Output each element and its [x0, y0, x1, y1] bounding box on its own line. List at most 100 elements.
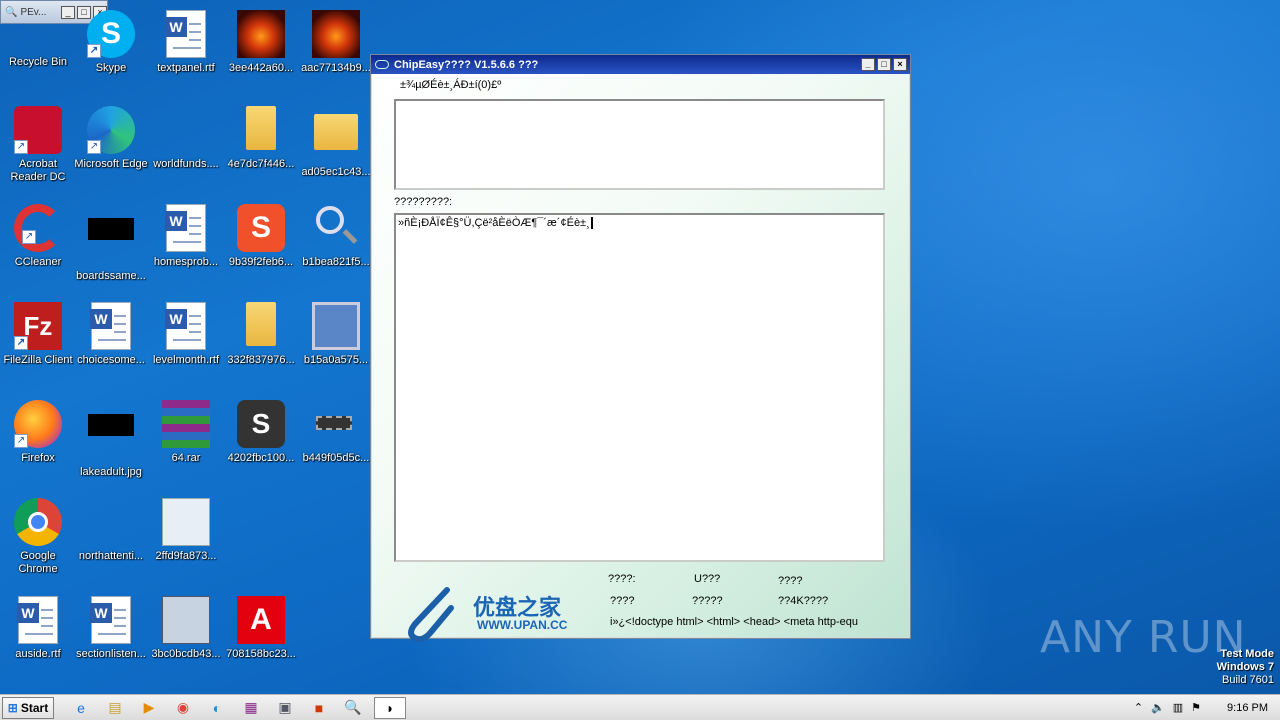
- desktop-icon-chrome[interactable]: Google Chrome: [0, 498, 76, 576]
- desktop-icon-b449f05d5c[interactable]: b449f05d5c...: [298, 400, 374, 465]
- image-file-icon: [87, 414, 135, 462]
- blank-file-icon: [87, 498, 135, 546]
- desktop-icon-recycle-bin[interactable]: Recycle Bin: [0, 26, 76, 69]
- desktop-icon-homesprob[interactable]: W homesprob...: [148, 204, 224, 269]
- tray-expand-icon[interactable]: ⌃: [1134, 701, 1143, 714]
- desktop-icon-3bc0bcdb43[interactable]: 3bc0bcdb43...: [148, 596, 224, 661]
- desktop-icon-textpanel[interactable]: W textpanel.rtf: [148, 10, 224, 75]
- desktop-icon-choicesome[interactable]: W choicesome...: [73, 302, 149, 367]
- footer-r2c2: ?????: [692, 595, 723, 607]
- desktop-icon-sectionlisten[interactable]: W sectionlisten...: [73, 596, 149, 661]
- fire-horse-taskbar-icon[interactable]: ■: [306, 697, 332, 719]
- test-mode-line3: Build 7601: [1222, 674, 1274, 686]
- network-icon[interactable]: ▥: [1173, 701, 1183, 714]
- desktop-icon-lakeadult[interactable]: lakeadult.jpg: [73, 400, 149, 479]
- desktop-icon-4e7dc7f446[interactable]: 4e7dc7f446...: [223, 106, 299, 171]
- desktop-icon-acrobat[interactable]: ↗ Acrobat Reader DC: [0, 106, 76, 184]
- system-tray: ⌃ 🔈 ▥ ⚑ 9:16 PM: [1134, 695, 1280, 720]
- magnifier-icon: [312, 204, 360, 252]
- adobe-icon: A: [237, 596, 285, 644]
- footer-r3: i»¿<!doctype html> <html> <head> <meta h…: [610, 616, 858, 628]
- window-title: ChipEasy???? V1.5.6.6 ???: [394, 58, 539, 71]
- desktop-icon-2ffd9fa873[interactable]: 2ffd9fa873...: [148, 498, 224, 563]
- test-mode-notice: Test Mode Windows 7 Build 7601: [1217, 648, 1274, 687]
- chrome-taskbar-icon[interactable]: ◉: [170, 697, 196, 719]
- folder-icon: [237, 106, 285, 154]
- installer-computer-icon: [162, 596, 210, 644]
- filezilla-icon: Fz ↗: [14, 302, 62, 350]
- desktop-icon-edge[interactable]: ↗ Microsoft Edge: [73, 106, 149, 171]
- acrobat-icon: ↗: [14, 106, 62, 154]
- folder-icon: [237, 302, 285, 350]
- skype-icon: S ↗: [87, 10, 135, 58]
- footer-r2c1: ????: [610, 595, 635, 607]
- desktop-icon-3ee442a60[interactable]: 3ee442a60...: [223, 10, 299, 75]
- chipeasy-window[interactable]: ChipEasy???? V1.5.6.6 ??? _ □ × ±¾µØÉè±¸…: [370, 54, 911, 643]
- clock[interactable]: 9:16 PM: [1227, 702, 1268, 714]
- info-label: ?????????:: [394, 196, 453, 208]
- volume-icon[interactable]: 🔈: [1151, 701, 1165, 714]
- anyrun-watermark: ANY RUN: [1040, 612, 1247, 663]
- desktop-icon-64rar[interactable]: 64.rar: [148, 400, 224, 465]
- monitor-shield-icon: [312, 302, 360, 350]
- edge-taskbar-icon[interactable]: ◐: [204, 697, 230, 719]
- chipeasy-titlebar[interactable]: ChipEasy???? V1.5.6.6 ??? _ □ ×: [371, 55, 910, 74]
- desktop-icon-skype[interactable]: S ↗ Skype: [73, 10, 149, 75]
- image-file-icon: [87, 218, 135, 266]
- footer-r1c1: ????:: [608, 573, 636, 585]
- media-player-taskbar-icon[interactable]: ▶: [136, 697, 162, 719]
- minimize-button[interactable]: _: [861, 58, 875, 71]
- desktop-icon-filezilla[interactable]: Fz ↗ FileZilla Client: [0, 302, 76, 367]
- ie-taskbar-icon[interactable]: e: [68, 697, 94, 719]
- desktop-icon-auside[interactable]: W auside.rtf: [0, 596, 76, 661]
- start-label: Start: [20, 700, 49, 715]
- explorer-taskbar-icon[interactable]: ▤: [102, 697, 128, 719]
- desktop-icon-northattenti[interactable]: northattenti...: [73, 498, 149, 563]
- word-doc-icon: W: [162, 204, 210, 252]
- upan-logo: 优盘之家 WWW.UPAN.CC: [399, 584, 599, 643]
- desktop-icon-ccleaner[interactable]: ↗ CCleaner: [0, 204, 76, 269]
- word-doc-icon: W: [14, 596, 62, 644]
- desktop-icon-aac77134b9[interactable]: aac77134b9...: [298, 10, 374, 75]
- edge-icon: ↗: [87, 106, 135, 154]
- desktop-icon-firefox[interactable]: ↗ Firefox: [0, 400, 76, 465]
- maximize-button[interactable]: □: [877, 58, 891, 71]
- desktop-icon-332f837976[interactable]: 332f837976...: [223, 302, 299, 367]
- desktop-icon-b1bea821f5[interactable]: b1bea821f5...: [298, 204, 374, 269]
- footer-r1c3: ????: [778, 575, 803, 587]
- desktop-icon-b15a0a575[interactable]: b15a0a575...: [298, 302, 374, 367]
- test-mode-line2: Windows 7: [1216, 661, 1274, 673]
- taskbar: ⊞ Start e ▤ ▶ ◉ ◐ ▦ ▣ ■ 🔍 ◗ ⌃ 🔈 ▥ ⚑ 9:16…: [0, 694, 1280, 720]
- window-body: ±¾µØÉè±¸ÁÐ±í(0)£º ?????????: »ñÈ¡ÐÅÏ¢Ê§°…: [372, 74, 909, 643]
- app-icon: [375, 60, 389, 69]
- desktop-icon-4202fbc100[interactable]: S 4202fbc100...: [223, 400, 299, 465]
- desktop-icon-levelmonth[interactable]: W levelmonth.rtf: [148, 302, 224, 367]
- sogou-icon: S: [237, 204, 285, 252]
- word-doc-icon: W: [162, 10, 210, 58]
- desktop-icon-worldfunds[interactable]: worldfunds....: [148, 106, 224, 171]
- logo-en-text: WWW.UPAN.CC: [477, 618, 568, 632]
- ccleaner-icon: ↗: [14, 204, 62, 252]
- info-textarea[interactable]: »ñÈ¡ÐÅÏ¢Ê§°Ü,Çë²åÈëÒÆ¶¯´æ´¢Éè±¸: [394, 213, 885, 562]
- desktop-icon-ad05ec1c43[interactable]: ad05ec1c43...: [298, 106, 374, 179]
- fire-horse-icon: [237, 10, 285, 58]
- chrome-icon: [14, 498, 62, 546]
- desktop-icon-boardssame[interactable]: boardssame...: [73, 204, 149, 283]
- winrar-taskbar-icon[interactable]: ▦: [238, 697, 264, 719]
- monitor-taskbar-icon[interactable]: ▣: [272, 697, 298, 719]
- blank-file-icon: [162, 106, 210, 154]
- word-doc-icon: W: [87, 302, 135, 350]
- device-list-box[interactable]: [394, 99, 885, 190]
- recycle-bin-icon: [14, 26, 62, 52]
- desktop-icon-9b39f2feb6[interactable]: S 9b39f2feb6...: [223, 204, 299, 269]
- pev-title: PEv...: [20, 6, 47, 18]
- test-mode-line1: Test Mode: [1220, 648, 1274, 660]
- start-button[interactable]: ⊞ Start: [2, 696, 54, 719]
- close-button[interactable]: ×: [893, 58, 907, 71]
- desktop-icon-708158bc23[interactable]: A 708158bc23...: [223, 596, 299, 661]
- info-text: »ñÈ¡ÐÅÏ¢Ê§°Ü,Çë²åÈëÒÆ¶¯´æ´¢Éè±¸: [398, 217, 590, 229]
- footer-r1c2: U???: [694, 573, 721, 585]
- pev-taskbar-icon[interactable]: 🔍: [340, 697, 366, 719]
- action-center-flag-icon[interactable]: ⚑: [1191, 701, 1201, 714]
- chipeasy-taskbar-icon[interactable]: ◗: [374, 696, 406, 719]
